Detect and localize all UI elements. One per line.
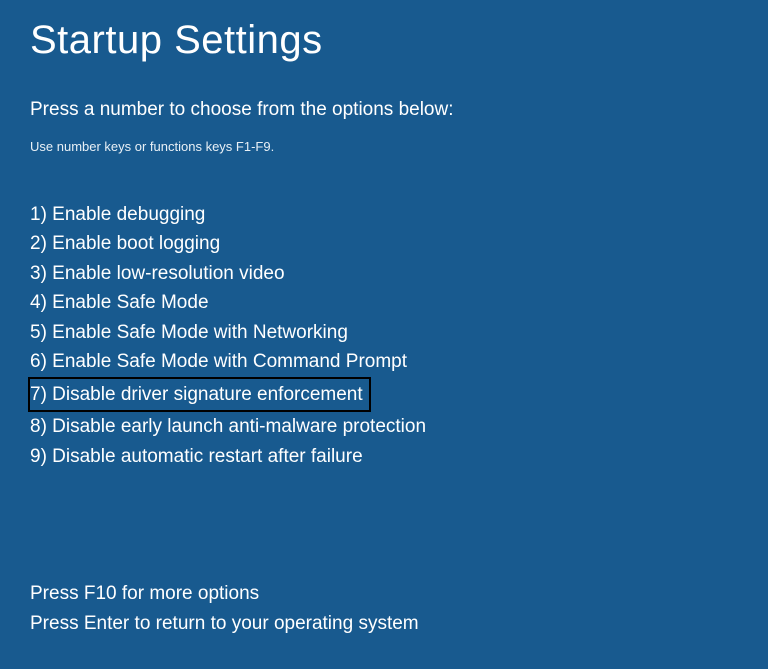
- page-title: Startup Settings: [30, 18, 738, 63]
- startup-options-list: 1) Enable debugging2) Enable boot loggin…: [30, 200, 738, 471]
- startup-option-8[interactable]: 8) Disable early launch anti-malware pro…: [30, 412, 426, 441]
- key-hint: Use number keys or functions keys F1-F9.: [30, 139, 738, 154]
- more-options-line: Press F10 for more options: [30, 579, 738, 609]
- startup-option-5[interactable]: 5) Enable Safe Mode with Networking: [30, 318, 348, 347]
- startup-option-4[interactable]: 4) Enable Safe Mode: [30, 288, 209, 317]
- startup-settings-screen: Startup Settings Press a number to choos…: [0, 0, 768, 669]
- startup-option-1[interactable]: 1) Enable debugging: [30, 200, 205, 229]
- footer-instructions: Press F10 for more options Press Enter t…: [30, 579, 738, 639]
- return-line: Press Enter to return to your operating …: [30, 609, 738, 639]
- startup-option-7[interactable]: 7) Disable driver signature enforcement: [28, 377, 371, 412]
- startup-option-3[interactable]: 3) Enable low-resolution video: [30, 259, 285, 288]
- startup-option-6[interactable]: 6) Enable Safe Mode with Command Prompt: [30, 347, 407, 376]
- startup-option-9[interactable]: 9) Disable automatic restart after failu…: [30, 442, 363, 471]
- instruction-subtitle: Press a number to choose from the option…: [30, 99, 738, 121]
- startup-option-2[interactable]: 2) Enable boot logging: [30, 229, 220, 258]
